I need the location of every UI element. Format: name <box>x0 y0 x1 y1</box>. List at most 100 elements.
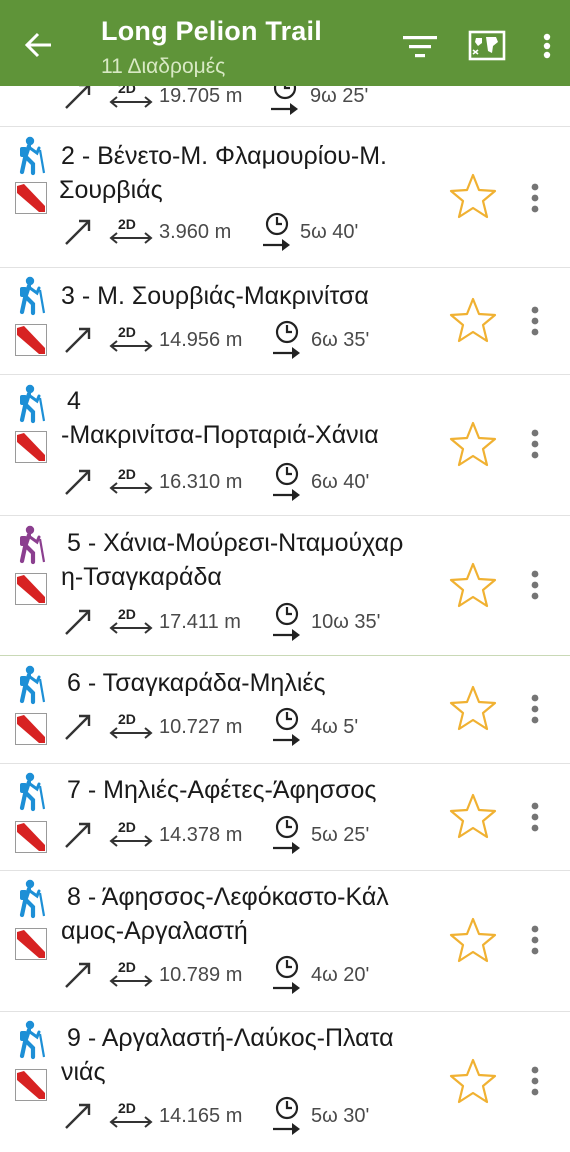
trail-name: 3 - Μ. Σουρβιάς-Μακρινίτσα <box>61 282 369 310</box>
red-blaze-icon <box>15 821 47 853</box>
distance-2d-icon: 2D <box>109 216 153 244</box>
trail-stats: 2D 10.789 m 4ω 20' <box>60 955 440 995</box>
trail-duration: 9ω 25' <box>310 85 369 107</box>
favorite-star-icon[interactable] <box>448 420 498 470</box>
trail-distance: 14.956 m <box>159 329 243 351</box>
duration-clock-icon <box>273 1096 300 1135</box>
red-blaze-icon <box>15 573 47 605</box>
more-options-icon[interactable] <box>524 181 546 215</box>
favorite-star-icon[interactable] <box>448 1057 498 1107</box>
trail-stats: 2D 16.310 m 6ω 40' <box>60 462 440 502</box>
svg-text:2D: 2D <box>118 959 136 975</box>
more-options-icon[interactable] <box>524 800 546 834</box>
red-blaze-icon <box>15 431 47 463</box>
more-options-icon[interactable] <box>524 304 546 338</box>
distance-2d-icon: 2D <box>109 819 153 847</box>
svg-text:2D: 2D <box>118 1100 136 1116</box>
svg-text:2D: 2D <box>118 606 136 622</box>
trail-duration: 4ω 20' <box>311 964 370 986</box>
trail-distance: 3.960 m <box>159 221 232 243</box>
app-bar: Long Pelion Trail 11 Διαδρομές <box>0 0 570 86</box>
distance-2d-icon: 2D <box>109 466 153 494</box>
svg-text:2D: 2D <box>118 216 136 232</box>
hiker-icon-blue <box>19 136 46 176</box>
trail-row-3[interactable]: 3 - Μ. Σουρβιάς-Μακρινίτσα 2D 14.956 m 6… <box>0 268 570 375</box>
trail-row-6[interactable]: 6 - Τσαγκαράδα-Μηλιές 2D 10.727 m 4ω 5' <box>0 656 570 764</box>
ascent-arrow-icon <box>65 1103 91 1129</box>
trail-stats: 2D 10.727 m 4ω 5' <box>60 707 440 747</box>
svg-text:2D: 2D <box>118 466 136 482</box>
trail-duration: 5ω 25' <box>311 824 370 846</box>
trail-distance: 17.411 m <box>159 611 241 633</box>
hiker-icon-blue <box>19 665 46 705</box>
trail-distance: 14.165 m <box>159 1105 243 1127</box>
red-blaze-icon <box>15 324 47 356</box>
trail-stats: 2D 14.378 m 5ω 25' <box>60 815 440 855</box>
red-blaze-icon <box>15 182 47 214</box>
trail-list[interactable]: 2D 19.705 m 9ω 25' 2 - Βένετο-Μ. Φλαμουρ… <box>0 0 570 1152</box>
hiker-icon-purple <box>19 525 46 565</box>
more-options-icon[interactable] <box>524 427 546 461</box>
hiker-icon-blue <box>19 384 46 424</box>
favorite-star-icon[interactable] <box>448 792 498 842</box>
ascent-arrow-icon <box>65 469 91 495</box>
trail-row-4[interactable]: 4 -Μακρινίτσα-Πορταριά-Χάνια 2D 16.310 m… <box>0 375 570 516</box>
distance-2d-icon: 2D <box>109 1100 153 1128</box>
distance-2d-icon: 2D <box>109 606 153 634</box>
trail-duration: 10ω 35' <box>311 611 381 633</box>
favorite-star-icon[interactable] <box>448 172 498 222</box>
trail-name: 2 - Βένετο-Μ. Φλαμουρίου-Μ. Σουρβιάς <box>59 142 388 204</box>
svg-text:2D: 2D <box>118 819 136 835</box>
map-icon[interactable] <box>467 26 507 66</box>
trail-row-5[interactable]: 5 - Χάνια-Μούρεσι-Νταμούχαρ η-Τσαγκαράδα… <box>0 516 570 656</box>
trail-row-2[interactable]: 2 - Βένετο-Μ. Φλαμουρίου-Μ. Σουρβιάς 2D … <box>0 127 570 268</box>
trail-name: 7 - Μηλιές-Αφέτες-Άφησσος <box>67 776 377 804</box>
hiker-icon-blue <box>19 276 46 316</box>
distance-2d-icon: 2D <box>109 324 153 352</box>
distance-2d-icon: 2D <box>109 711 153 739</box>
duration-clock-icon <box>273 602 300 641</box>
overflow-menu-icon[interactable] <box>527 26 567 66</box>
red-blaze-icon <box>15 1069 47 1101</box>
more-options-icon[interactable] <box>524 692 546 726</box>
more-options-icon[interactable] <box>524 923 546 957</box>
favorite-star-icon[interactable] <box>448 916 498 966</box>
duration-clock-icon <box>273 815 300 854</box>
trail-distance: 16.310 m <box>159 471 243 493</box>
hiker-icon-blue <box>19 772 46 812</box>
trail-duration: 6ω 40' <box>311 471 370 493</box>
trail-row-8[interactable]: 8 - Άφησσος-Λεφόκαστο-Κάλ αμος-Αργαλαστή… <box>0 871 570 1012</box>
hiker-icon-blue <box>19 1020 46 1060</box>
trail-row-7[interactable]: 7 - Μηλιές-Αφέτες-Άφησσος 2D 14.378 m 5ω… <box>0 764 570 871</box>
more-options-icon[interactable] <box>524 568 546 602</box>
favorite-star-icon[interactable] <box>448 296 498 346</box>
trail-distance: 10.727 m <box>159 716 243 738</box>
trail-stats: 2D 14.165 m 5ω 30' <box>60 1096 440 1136</box>
duration-clock-icon <box>273 320 300 359</box>
distance-2d-icon: 2D <box>109 959 153 987</box>
svg-text:2D: 2D <box>118 324 136 340</box>
duration-clock-icon <box>273 707 300 746</box>
trail-name: 8 - Άφησσος-Λεφόκαστο-Κάλ αμος-Αργαλαστή <box>61 883 389 945</box>
filter-icon[interactable] <box>400 26 440 66</box>
favorite-star-icon[interactable] <box>448 684 498 734</box>
svg-text:2D: 2D <box>118 711 136 727</box>
more-options-icon[interactable] <box>524 1064 546 1098</box>
trail-duration: 6ω 35' <box>311 329 370 351</box>
trail-duration: 4ω 5' <box>311 716 359 738</box>
ascent-arrow-icon <box>65 962 91 988</box>
trail-stats: 2D 14.956 m 6ω 35' <box>60 320 440 360</box>
red-blaze-icon <box>15 713 47 745</box>
duration-clock-icon <box>263 212 290 251</box>
arrow-back-icon[interactable] <box>22 28 56 62</box>
trail-row-9[interactable]: 9 - Αργαλαστή-Λαύκος-Πλατα νιάς 2D 14.16… <box>0 1012 570 1152</box>
trail-name: 6 - Τσαγκαράδα-Μηλιές <box>67 669 326 697</box>
favorite-star-icon[interactable] <box>448 561 498 611</box>
trail-name: 9 - Αργαλαστή-Λαύκος-Πλατα νιάς <box>61 1024 394 1086</box>
ascent-arrow-icon <box>65 609 91 635</box>
red-blaze-icon <box>15 928 47 960</box>
trail-stats: 2D 17.411 m 10ω 35' <box>60 602 440 642</box>
trail-name: 4 -Μακρινίτσα-Πορταριά-Χάνια <box>61 387 379 449</box>
duration-clock-icon <box>273 462 300 501</box>
duration-clock-icon <box>273 955 300 994</box>
